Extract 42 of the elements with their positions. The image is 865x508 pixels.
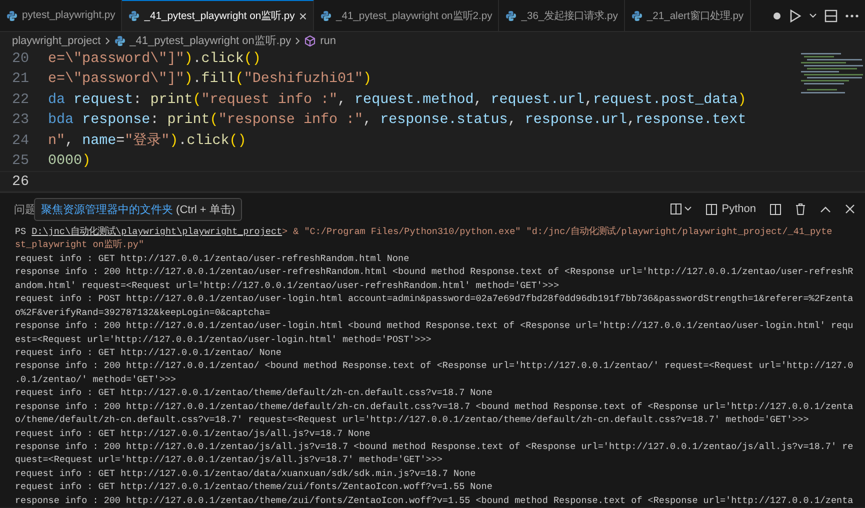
terminal-line: o/theme/default/zh-cn.default.css?v=18.7' request=<Request url='http://127.0.0.1/zentao/theme/default/zh-cn.default.css?v=18.7' method='GET'>>> bbox=[15, 413, 810, 427]
line-number: 25 bbox=[10, 152, 30, 171]
terminal-line: response info : 200 http://127.0.0.1/zentao/theme/default/zh-cn.default.css?v=18.7 <bound method Response.text of <Response url='http://127.0.0.1/zenta bbox=[15, 400, 854, 414]
path-link[interactable]: D:\jnc\自动化测试\playwright\playwright_project bbox=[32, 226, 282, 237]
terminal-line: response info : 200 http://127.0.0.1/zentao/js/all.js?v=18.7 <bound method Response.text of <Response url='http://127.0.0.1/zentao/js/all.js?v=18.7' re bbox=[15, 440, 854, 454]
tooltip: 聚焦资源管理器中的文件夹 (Ctrl + 单击) bbox=[34, 198, 242, 221]
terminal-line: o%2F&verifyRand=392787132&keepLogin=0&captcha= bbox=[15, 306, 272, 320]
terminal-line: response info : 200 http://127.0.0.1/zentao/user-refreshRandom.html <bound method Response.text of <Response url='http://127.0.0.1/zentao/user-refreshR bbox=[15, 265, 854, 279]
code-line: e=\"password\"]").click() bbox=[48, 50, 262, 69]
terminal-line: request info : GET http://127.0.0.1/zentao/ None bbox=[15, 346, 282, 360]
terminal-line: PS D:\jnc\自动化测试\playwright\playwright_project> & "C:/Program Files/Python310/python.exe" "d:/jnc/自动化测试/playwright/playwright_project/_41_pyte bbox=[15, 225, 834, 238]
terminal-line: request info : GET http://127.0.0.1/zentao/js/all.js?v=18.7 None bbox=[15, 426, 372, 440]
breadcrumb-item[interactable]: run bbox=[320, 34, 336, 46]
line-number: 21 bbox=[10, 70, 30, 90]
terminal-line: request info : GET http://127.0.0.1/zentao/data/xuanxuan/sdk/sdk.min.js?v=18.7 None bbox=[15, 466, 477, 480]
line-number: 23 bbox=[10, 111, 30, 130]
editor-tab[interactable]: _41_pytest_playwright on监听.py × bbox=[122, 0, 314, 31]
terminal-line: est=<Request url='http://127.0.0.1/zentao/user-login.html' method='POST'>>> bbox=[15, 332, 432, 346]
code-line: bda response: print("response info :", response.status, response.url,response.text bbox=[48, 111, 748, 130]
line-number: 20 bbox=[10, 50, 30, 69]
terminal-selector[interactable]: Python bbox=[706, 203, 756, 215]
close-icon[interactable]: × bbox=[298, 8, 307, 24]
breadcrumb-item[interactable]: playwright_project bbox=[12, 34, 101, 46]
line-number: 26 bbox=[10, 173, 30, 191]
terminal-line: response info : 200 http://127.0.0.1/zentao/ <bound method Response.text of <Response url='http://127.0.0.1/zentao/' request=<Request url='http://127.0 bbox=[15, 359, 854, 373]
terminal-line: request info : GET http://127.0.0.1/zentao/theme/default/zh-cn.default.css?v=18.7 None bbox=[15, 386, 494, 400]
terminal-line: request info : GET http://127.0.0.1/zentao/theme/zui/fonts/ZentaoIcon.woff?v=1.55 None bbox=[15, 480, 494, 494]
terminal-line: .0.1/zentao/' method='GET'>>> bbox=[15, 372, 177, 386]
terminal-line: quest=<Request url='http://127.0.0.1/zentao/js/all.js?v=18.7' method='GET'>>> bbox=[15, 453, 444, 467]
terminal-line: andom.html' request=<Request url='http://127.0.0.1/zentao/user-refreshRandom.html' method='GET'>>> bbox=[15, 278, 560, 292]
line-number: 24 bbox=[10, 132, 30, 151]
terminal-line: st_playwright on监听.py" bbox=[15, 238, 146, 252]
terminal-line: request info : POST http://127.0.0.1/zentao/user-login.html account=admin&password=02a7e69d7fbd28f0dd96db191f7bb736&passwordStrength=1&referer=%2Fzenta bbox=[15, 292, 854, 306]
terminal-line: request info : GET http://127.0.0.1/zentao/user-refreshRandom.html None bbox=[15, 252, 410, 266]
code-line: 0000) bbox=[48, 152, 92, 171]
breadcrumb-item[interactable]: _41_pytest_playwright on监听.py bbox=[130, 33, 292, 48]
terminal-line: response info : 200 http://127.0.0.1/zentao/theme/zui/fonts/ZentaoIcon.woff?v=1.55 <bound method Response.text of <Response url='http://127.0.0.1/zenta bbox=[15, 494, 854, 507]
code-line: da request: print("request info :", request.method, request.url,request.post_data) bbox=[48, 90, 748, 110]
line-number: 22 bbox=[10, 90, 30, 110]
code-line: n", name="登录").click() bbox=[48, 132, 248, 151]
terminal-line: response info : 200 http://127.0.0.1/zentao/user-login.html <bound method Response.text of <Response url='http://127.0.0.1/zentao/user-login.html' requ bbox=[15, 319, 854, 332]
code-line: e=\"password\"]").fill("Deshifuzhi01") bbox=[48, 70, 373, 90]
